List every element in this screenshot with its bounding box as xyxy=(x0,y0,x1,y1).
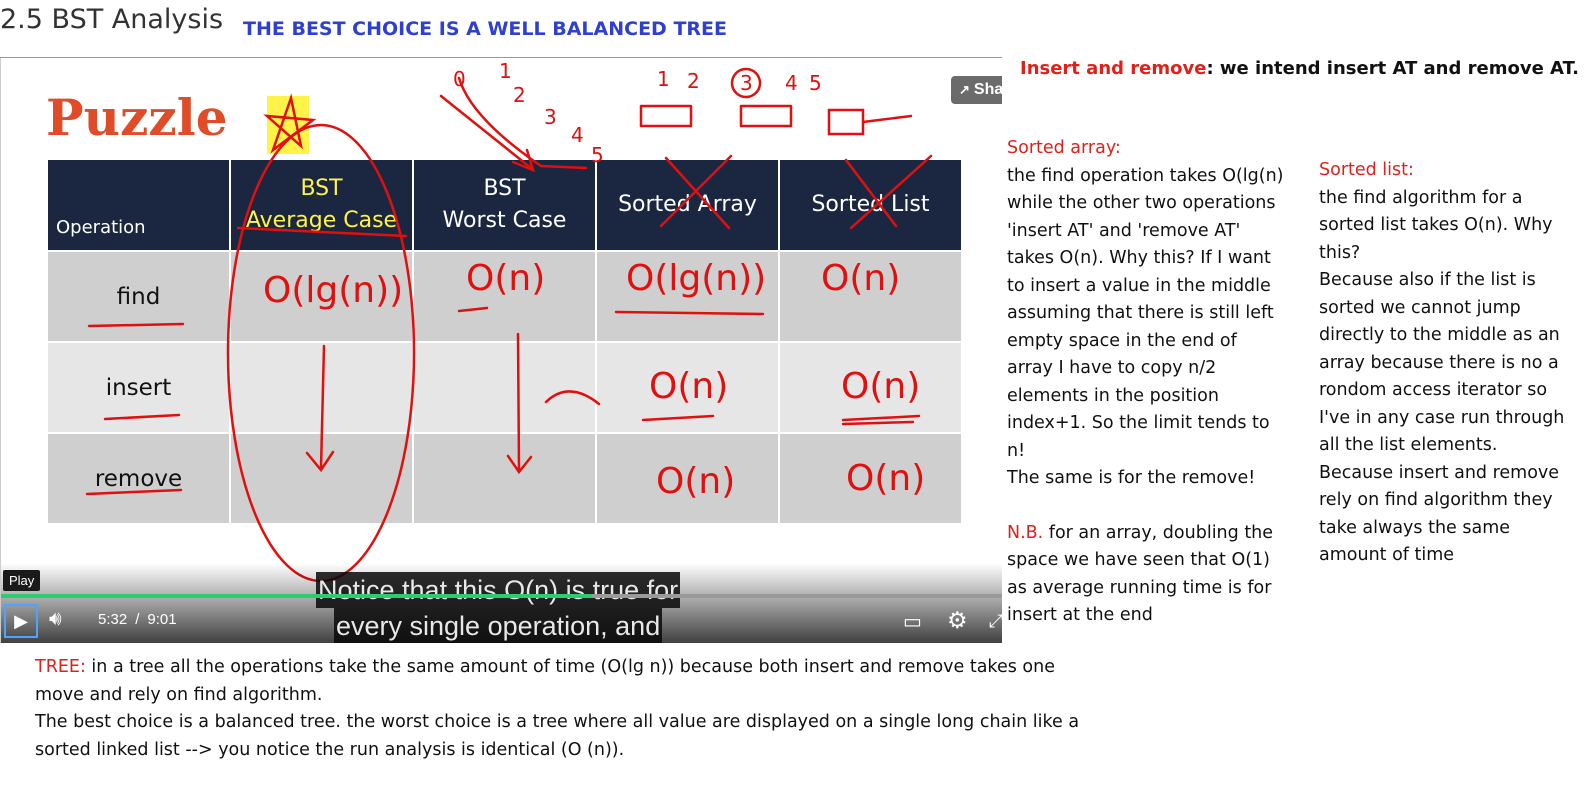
fullscreen-icon[interactable]: ⤢ xyxy=(989,611,1002,632)
slide-title: Puzzle xyxy=(46,88,228,147)
time-separator: / xyxy=(135,611,140,628)
row-label-find: find xyxy=(46,250,231,343)
svg-text:3: 3 xyxy=(740,71,753,95)
complexity-table: Operation BST Average Case BST Worst Case … xyxy=(46,158,963,525)
table-cell xyxy=(229,432,414,525)
note-body: The same is for the remove! xyxy=(1007,468,1256,488)
table-cell xyxy=(229,250,414,343)
highlight-mark xyxy=(267,96,309,154)
caption-line: every single operation, and xyxy=(334,608,663,643)
table-cell xyxy=(778,432,963,525)
list-node xyxy=(827,108,913,136)
tree-text: The best choice is a balanced tree. the … xyxy=(35,712,1080,760)
section-title: 2.5 BST Analysis xyxy=(0,4,224,35)
nb-text: for an array, doubling the space we have… xyxy=(1007,522,1274,626)
star-mark xyxy=(263,93,317,154)
svg-text:2: 2 xyxy=(687,69,700,93)
sorted-list-note: Sorted list: the find algorithm for a so… xyxy=(1319,157,1569,570)
captions-icon[interactable]: ▭ xyxy=(903,609,922,634)
note-body: Because also if the list is sorted we ca… xyxy=(1319,270,1565,565)
col-header-bst-worst: BST Worst Case xyxy=(412,158,597,252)
note-heading: Sorted list: xyxy=(1319,160,1414,180)
svg-text:1: 1 xyxy=(657,67,670,91)
table-cell xyxy=(595,432,780,525)
table-cell xyxy=(229,341,414,434)
table-cell xyxy=(412,432,597,525)
video-player[interactable]: Puzzle ↗Share Operation BSTAverage Case … xyxy=(0,58,1002,643)
progress-bar[interactable] xyxy=(1,594,1002,598)
table-cell xyxy=(595,250,780,343)
subtitle-caption: Notice that this O(n) is true for every … xyxy=(316,572,681,643)
col-header-sorted-array: Sorted Array xyxy=(595,158,780,252)
circle-mark xyxy=(730,67,762,99)
table-cell xyxy=(778,250,963,343)
insert-remove-note: Insert and remove: we intend insert AT a… xyxy=(1020,58,1579,79)
table-row: insert xyxy=(46,341,963,434)
svg-text:4: 4 xyxy=(785,71,798,95)
sorted-array-note: Sorted array: the find operation takes O… xyxy=(1007,135,1287,630)
gear-icon[interactable]: ⚙ xyxy=(947,607,968,634)
diag-chain xyxy=(457,76,588,170)
play-icon: ▶ xyxy=(14,611,28,631)
svg-text:3: 3 xyxy=(544,105,557,129)
duration: 9:01 xyxy=(147,611,177,628)
array-boxes xyxy=(639,104,793,128)
table-row: find xyxy=(46,250,963,343)
progress-fill xyxy=(1,594,593,598)
tree-text: in a tree all the operations take the sa… xyxy=(35,657,1055,705)
col-header-operation: Operation xyxy=(46,158,231,252)
table-cell xyxy=(595,341,780,434)
note-body: the find operation takes O(lg(n) while t… xyxy=(1007,165,1284,461)
col-header-bst-average: BST Average Case xyxy=(229,158,414,252)
col-header-sorted-list: Sorted List xyxy=(778,158,963,252)
table-cell xyxy=(412,250,597,343)
share-button[interactable]: ↗Share xyxy=(951,76,1002,104)
handwritten-digits: 1 2 3 4 5 0 1 2 3 4 5 xyxy=(453,59,822,167)
banner-text: THE BEST CHOICE IS A WELL BALANCED TREE xyxy=(243,18,727,40)
share-label: Share xyxy=(973,81,1002,98)
row-label-insert: insert xyxy=(46,341,231,434)
note-heading: Sorted array: xyxy=(1007,138,1121,158)
note-body: the find algorithm for a sorted list tak… xyxy=(1319,187,1553,263)
caption-line: Notice that this O(n) is true for xyxy=(316,572,681,608)
volume-icon[interactable]: 🔊︎ xyxy=(49,608,62,631)
table-cell xyxy=(412,341,597,434)
nb-label: N.B. xyxy=(1007,522,1044,543)
table-row: remove xyxy=(46,432,963,525)
svg-text:1: 1 xyxy=(499,59,512,83)
tree-note: TREE: in a tree all the operations take … xyxy=(35,654,1095,764)
svg-text:4: 4 xyxy=(571,123,584,147)
svg-text:0: 0 xyxy=(453,67,466,91)
time-display: 5:32 / 9:01 xyxy=(98,611,177,628)
table-cell xyxy=(778,341,963,434)
row-label-remove: remove xyxy=(46,432,231,525)
play-tooltip: Play xyxy=(3,570,41,591)
current-time: 5:32 xyxy=(98,611,128,628)
share-icon: ↗ xyxy=(959,82,970,97)
tree-label: TREE: xyxy=(35,657,86,677)
svg-text:2: 2 xyxy=(513,83,526,107)
svg-text:5: 5 xyxy=(809,71,822,95)
play-button[interactable]: ▶ xyxy=(4,604,38,638)
